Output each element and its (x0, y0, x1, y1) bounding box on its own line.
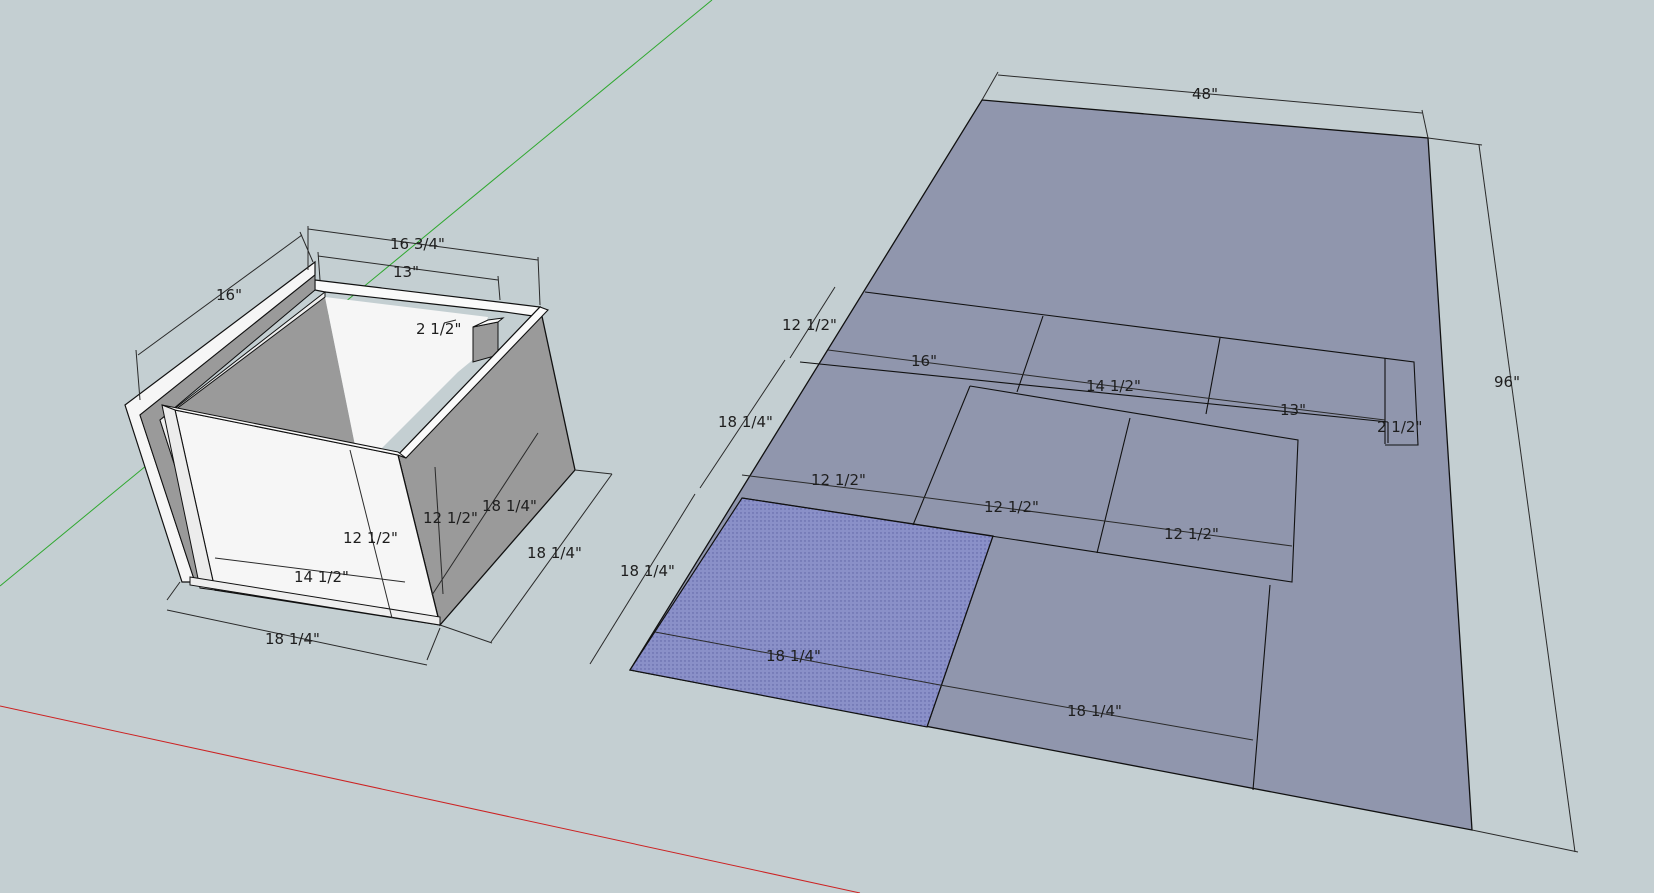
dim-panel-height-side: 12 1/2" (423, 509, 478, 527)
dim-sheet-length: 96" (1494, 373, 1520, 391)
dim-bottom-depth: 18 1/4" (527, 544, 582, 562)
dim-outer-width-top: 16 3/4" (390, 235, 445, 253)
dim-bottom-width: 18 1/4" (265, 630, 320, 648)
dim-row3-height: 18 1/4" (620, 562, 675, 580)
dim-divider-thickness: 2 1/2" (416, 320, 461, 338)
dim-side-depth-top: 16" (216, 286, 242, 304)
dim-row1-p3: 13" (1280, 401, 1306, 419)
dim-row2-p2: 12 1/2" (984, 498, 1039, 516)
scene-canvas[interactable]: 16 3/4" 13" 16" 2 1/2" 12 1/2" 12 1/2" 1… (0, 0, 1654, 893)
dim-row1-p2: 14 1/2" (1086, 377, 1141, 395)
dim-panel-height-front: 12 1/2" (343, 529, 398, 547)
dim-front-inner-width: 14 1/2" (294, 568, 349, 586)
red-axis-line (0, 705, 861, 893)
sheet-panel[interactable] (628, 99, 1473, 831)
dim-row2-p3: 12 1/2" (1164, 525, 1219, 543)
dim-row3-p2: 18 1/4" (1067, 702, 1122, 720)
dim-row2-height: 18 1/4" (718, 413, 773, 431)
modeling-viewport[interactable]: 16 3/4" 13" 16" 2 1/2" 12 1/2" 12 1/2" 1… (0, 0, 1654, 893)
dim-row3-p1: 18 1/4" (766, 647, 821, 665)
dim-row1-p4: 2 1/2" (1377, 418, 1422, 436)
dim-row1-height: 12 1/2" (782, 316, 837, 334)
dim-sheet-width: 48" (1192, 85, 1218, 103)
box-model[interactable] (124, 260, 576, 627)
dim-row2-p1: 12 1/2" (811, 471, 866, 489)
dim-inner-width-top: 13" (393, 263, 419, 281)
plywood-sheet[interactable] (628, 99, 1473, 831)
front-panel-face (174, 409, 441, 626)
dim-row1-p1: 16" (911, 352, 937, 370)
dim-side-diagonal: 18 1/4" (482, 497, 537, 515)
